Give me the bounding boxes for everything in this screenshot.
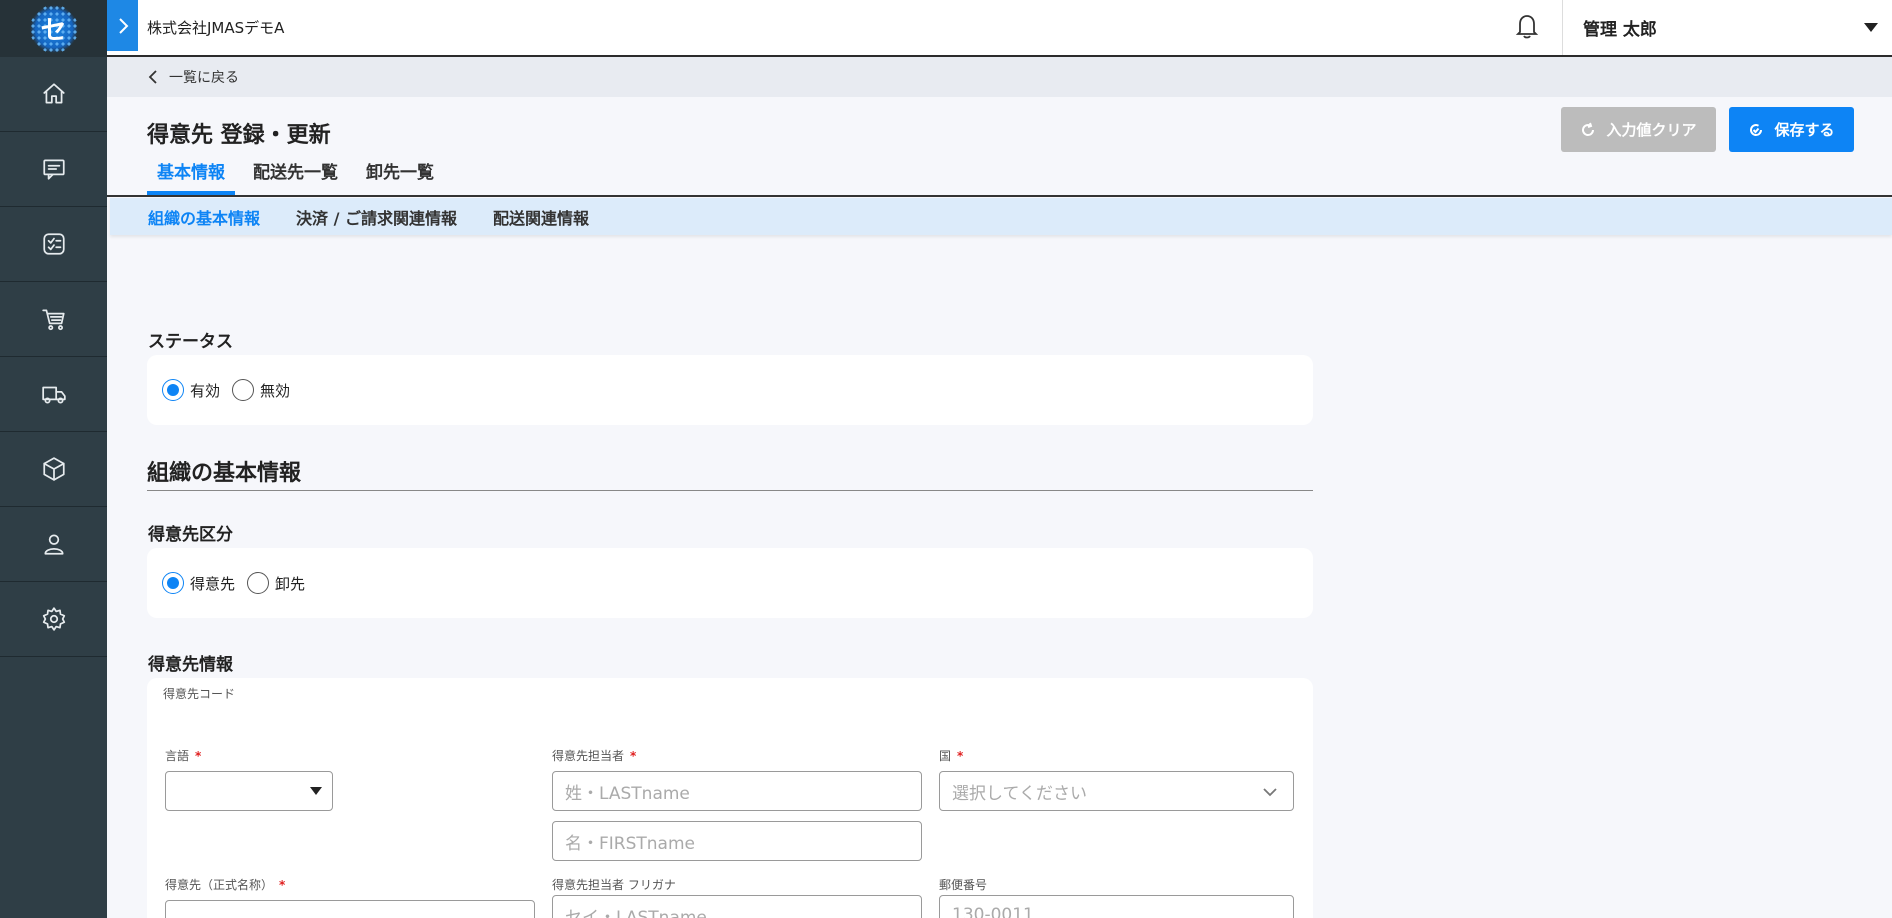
radio-unchecked-icon [247, 572, 270, 594]
tab-basic-info[interactable]: 基本情報 [147, 155, 235, 195]
customer-type-option-customer[interactable]: 得意先 [162, 572, 235, 594]
sub-tabs: 組織の基本情報 決済 / ご請求関連情報 配送関連情報 [110, 198, 1892, 235]
chevron-left-icon [148, 70, 157, 84]
clear-input-button[interactable]: 入力値クリア [1561, 107, 1716, 152]
rep-last-name-input[interactable]: 姓・LASTname [552, 771, 922, 811]
postal-code-input[interactable]: 130-0011 [939, 895, 1294, 918]
customer-type-option-wholesale[interactable]: 卸先 [247, 572, 305, 594]
radio-unchecked-icon [232, 379, 255, 401]
save-button[interactable]: 保存する [1729, 107, 1854, 152]
rep-first-name-placeholder: 名・FIRSTname [565, 833, 695, 854]
cart-icon [41, 309, 65, 331]
rep-last-name-placeholder: 姓・LASTname [565, 783, 690, 804]
bell-icon [1515, 15, 1539, 39]
back-link-label: 一覧に戻る [169, 70, 239, 86]
chevron-down-icon [1263, 788, 1277, 797]
user-name: 管理 太郎 [1583, 20, 1657, 40]
customer-type-label: 得意先区分 [148, 525, 233, 545]
clear-input-label: 入力値クリア [1606, 121, 1697, 139]
sidebar-item-products[interactable] [0, 432, 107, 507]
main-tabs: 基本情報 配送先一覧 卸先一覧 [147, 155, 452, 195]
official-name-input[interactable] [165, 900, 535, 918]
sidebar-item-cart[interactable] [0, 282, 107, 357]
radio-checked-icon [162, 572, 184, 594]
sync-check-icon [1750, 123, 1763, 136]
status-option-label: 有効 [190, 381, 221, 400]
subtab-delivery[interactable]: 配送関連情報 [493, 205, 589, 229]
country-label: 国 * [939, 749, 964, 763]
back-bar: 一覧に戻る [107, 57, 1892, 97]
official-name-label: 得意先（正式名称） * [165, 878, 286, 892]
checklist-icon [42, 233, 65, 255]
status-option-label: 無効 [260, 381, 291, 400]
sidebar: セ [0, 0, 107, 918]
customer-code-label: 得意先コード [163, 687, 236, 701]
app-logo[interactable]: セ [29, 4, 78, 53]
sidebar-item-users[interactable] [0, 507, 107, 582]
notification-button[interactable] [1512, 11, 1542, 41]
page-title: 得意先 登録・更新 [147, 123, 331, 148]
chevron-down-icon [1864, 23, 1878, 32]
rep-label: 得意先担当者 * [552, 749, 637, 763]
logo-area: セ [0, 0, 107, 57]
rep-kana-input[interactable]: セイ・LASTname [552, 895, 922, 918]
org-section-heading: 組織の基本情報 [147, 455, 1313, 491]
sidebar-item-settings[interactable] [0, 582, 107, 657]
status-option-inactive[interactable]: 無効 [232, 379, 290, 401]
home-icon [42, 83, 65, 104]
postal-code-label: 郵便番号 [939, 878, 988, 892]
customer-info-label: 得意先情報 [148, 655, 233, 675]
language-select[interactable] [165, 771, 333, 811]
country-placeholder: 選択してください [952, 783, 1087, 804]
status-card: 有効 無効 [147, 355, 1313, 425]
customer-type-card: 得意先 卸先 [147, 548, 1313, 618]
subtab-org-basic[interactable]: 組織の基本情報 [148, 205, 260, 229]
tab-delivery-list[interactable]: 配送先一覧 [243, 155, 348, 195]
truck-icon [41, 386, 66, 404]
sidebar-item-delivery[interactable] [0, 357, 107, 432]
tabs-divider [107, 195, 1892, 197]
user-icon [43, 534, 64, 555]
customer-type-option-label: 得意先 [190, 574, 236, 593]
customer-type-option-label: 卸先 [275, 574, 306, 593]
postal-code-placeholder: 130-0011 [952, 905, 1034, 918]
rep-kana-placeholder: セイ・LASTname [565, 907, 707, 918]
save-label: 保存する [1774, 121, 1835, 139]
status-label: ステータス [148, 332, 233, 352]
sidebar-item-messages[interactable] [0, 132, 107, 207]
rep-kana-label: 得意先担当者 フリガナ [552, 878, 676, 892]
back-link[interactable]: 一覧に戻る [147, 67, 239, 87]
top-header: 株式会社JMASデモA 管理 太郎 [107, 0, 1892, 57]
status-option-active[interactable]: 有効 [162, 379, 220, 401]
sidebar-item-tasks[interactable] [0, 207, 107, 282]
box-icon [42, 457, 65, 481]
company-name: 株式会社JMASデモA [147, 19, 285, 37]
chat-icon [42, 159, 65, 180]
subtab-billing[interactable]: 決済 / ご請求関連情報 [296, 205, 457, 229]
country-select[interactable]: 選択してください [939, 771, 1294, 811]
rep-first-name-input[interactable]: 名・FIRSTname [552, 821, 922, 861]
radio-checked-icon [162, 379, 184, 401]
language-label: 言語 * [165, 749, 202, 763]
tab-wholesale-list[interactable]: 卸先一覧 [356, 155, 444, 195]
refresh-icon [1582, 122, 1595, 136]
chevron-right-icon [118, 17, 128, 34]
sidebar-item-home[interactable] [0, 57, 107, 132]
user-menu[interactable]: 管理 太郎 [1562, 0, 1892, 55]
gear-icon [42, 607, 65, 631]
caret-down-icon [310, 787, 322, 795]
sidebar-toggle-button[interactable] [107, 0, 138, 51]
